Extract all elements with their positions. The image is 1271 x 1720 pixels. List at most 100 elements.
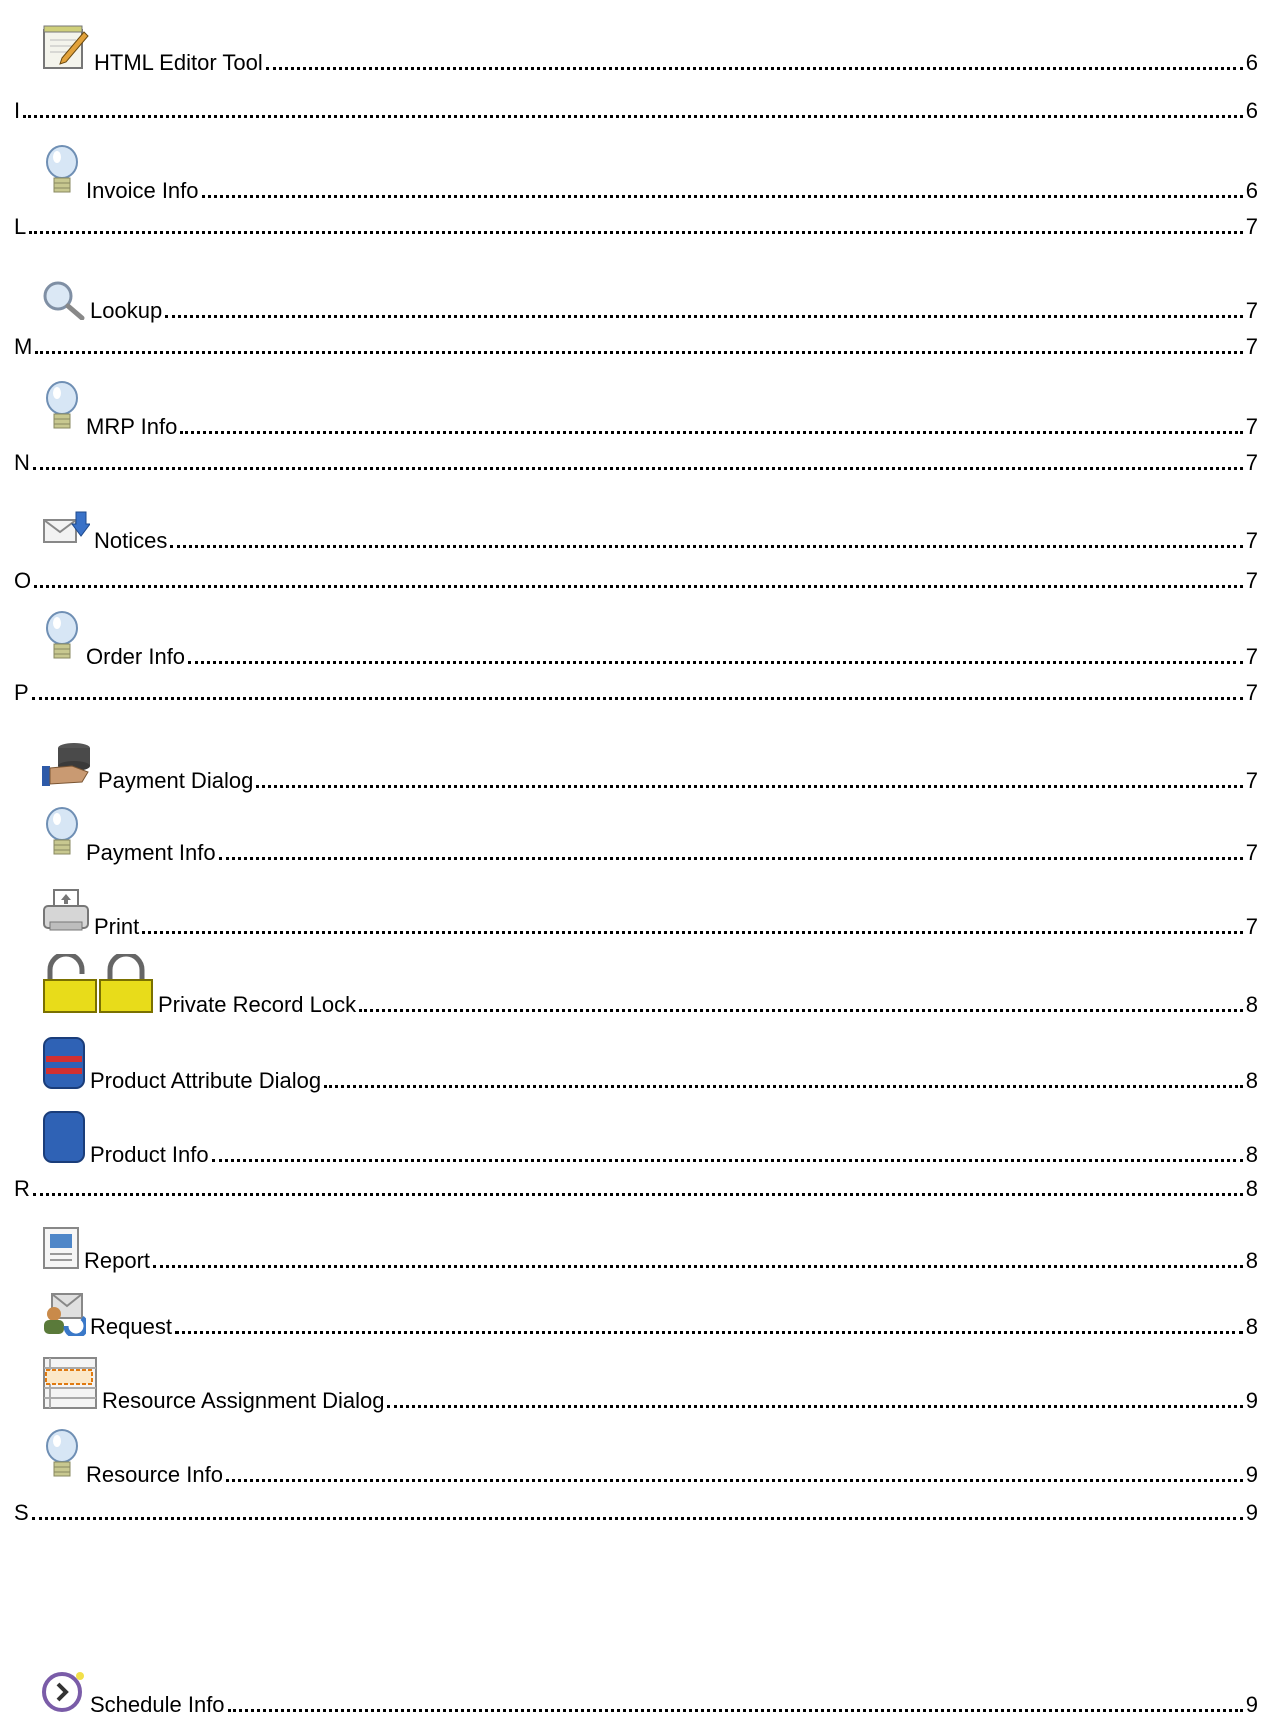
dot-leader	[227, 1709, 1243, 1712]
toc-entry[interactable]: Invoice Info 6	[42, 144, 1258, 204]
dot-leader	[174, 1331, 1243, 1334]
toc-page-number: 9	[1245, 1462, 1258, 1487]
dot-leader	[31, 697, 1243, 700]
toc-entry[interactable]: Request 8	[42, 1288, 1258, 1340]
toc-entry-label: I	[14, 98, 21, 123]
toc-page-number: 9	[1245, 1692, 1258, 1717]
dot-leader	[387, 1405, 1243, 1408]
toc-entry[interactable]: HTML Editor Tool 6	[42, 25, 1258, 76]
toc-entry[interactable]: Resource Info 9	[42, 1428, 1258, 1488]
dot-leader	[218, 857, 1243, 860]
toc-entry-label: HTML Editor Tool	[94, 50, 263, 75]
payment-hand-icon	[42, 736, 94, 790]
lightbulb-icon	[42, 1428, 82, 1484]
dot-leader	[165, 315, 1243, 318]
notepad-pencil-icon	[42, 24, 90, 72]
report-icon	[42, 1226, 80, 1270]
toc-page-number: 7	[1245, 334, 1258, 359]
toc-page-number: 7	[1245, 768, 1258, 793]
dot-leader	[32, 467, 1243, 470]
toc-page-number: 8	[1245, 1176, 1258, 1201]
toc-entry-label: N	[14, 450, 30, 475]
toc-entry-label: L	[14, 214, 27, 239]
envelope-arrow-icon	[42, 510, 90, 550]
dot-leader	[34, 585, 1243, 588]
toc-entry[interactable]: Payment Dialog 7	[42, 732, 1258, 794]
toc-entry[interactable]: Notices 7	[42, 496, 1258, 554]
toc-page-number: 7	[1245, 840, 1258, 865]
toc-entry[interactable]: Payment Info 7	[42, 806, 1258, 866]
toc-entry[interactable]: Report 8	[42, 1222, 1258, 1274]
dot-leader	[359, 1009, 1243, 1012]
toc-entry-label: Payment Dialog	[98, 768, 254, 793]
dot-leader	[153, 1265, 1243, 1268]
toc-section-letter[interactable]: I 6	[14, 84, 1258, 124]
toc-section-letter[interactable]: R 8	[14, 1162, 1258, 1202]
dot-leader	[29, 231, 1243, 234]
dot-leader	[170, 545, 1243, 548]
toc-entry[interactable]: Private Record Lock 8	[42, 954, 1258, 1018]
toc-entry-label: O	[14, 568, 32, 593]
request-icon	[42, 1292, 86, 1336]
lightbulb-icon	[42, 806, 82, 862]
dot-leader	[32, 1193, 1243, 1196]
toc-entry[interactable]: Order Info 7	[42, 610, 1258, 670]
toc-page-number: 8	[1245, 1068, 1258, 1093]
toc-entry[interactable]: Schedule Info 9	[42, 1666, 1258, 1718]
toc-page-number: 7	[1245, 528, 1258, 553]
toc-entry-label: Schedule Info	[90, 1692, 225, 1717]
toc-page-number: 7	[1245, 450, 1258, 475]
toc-entry-label: Private Record Lock	[158, 992, 357, 1017]
magnifier-icon	[42, 280, 86, 320]
toc-entry-label: S	[14, 1500, 29, 1525]
toc-entry-label: Report	[84, 1248, 151, 1273]
dot-leader	[31, 1517, 1243, 1520]
toc-section-letter[interactable]: P 7	[14, 666, 1258, 706]
toc-entry-label: Request	[90, 1314, 172, 1339]
dot-leader	[201, 195, 1243, 198]
dot-leader	[188, 661, 1243, 664]
toc-entry-label: Product Attribute Dialog	[90, 1068, 322, 1093]
product-attribute-icon	[42, 1036, 86, 1090]
dot-leader	[225, 1479, 1243, 1482]
toc-entry-label: P	[14, 680, 29, 705]
toc-section-letter[interactable]: L 7	[14, 200, 1258, 240]
table-of-contents: HTML Editor Tool 6 I 6 Invoice Info 6 L …	[0, 0, 1271, 1720]
lightbulb-icon	[42, 380, 82, 436]
dot-leader	[23, 115, 1243, 118]
dot-leader	[265, 67, 1243, 70]
printer-icon	[42, 888, 90, 936]
toc-section-letter[interactable]: S 9	[14, 1486, 1258, 1526]
dot-leader	[180, 431, 1243, 434]
toc-page-number: 8	[1245, 992, 1258, 1017]
toc-page-number: 6	[1245, 98, 1258, 123]
toc-entry-label: M	[14, 334, 33, 359]
toc-page-number: 9	[1245, 1500, 1258, 1525]
toc-entry[interactable]: Resource Assignment Dialog 9	[42, 1352, 1258, 1414]
toc-entry-label: Notices	[94, 528, 168, 553]
toc-entry[interactable]: Product Attribute Dialog 8	[42, 1032, 1258, 1094]
toc-page-number: 7	[1245, 214, 1258, 239]
toc-section-letter[interactable]: M 7	[14, 320, 1258, 360]
resource-grid-icon	[42, 1356, 98, 1410]
toc-entry[interactable]: Print 7	[42, 882, 1258, 940]
clock-schedule-icon	[42, 1670, 86, 1714]
dot-leader	[35, 351, 1243, 354]
dot-leader	[256, 785, 1243, 788]
lightbulb-icon	[42, 144, 82, 200]
toc-page-number: 6	[1245, 50, 1258, 75]
toc-entry-label: Resource Assignment Dialog	[102, 1388, 385, 1413]
toc-entry[interactable]: MRP Info 7	[42, 380, 1258, 440]
toc-section-letter[interactable]: N 7	[14, 436, 1258, 476]
toc-page-number: 9	[1245, 1388, 1258, 1413]
toc-page-number: 8	[1245, 1248, 1258, 1273]
toc-entry[interactable]: Product Info 8	[42, 1106, 1258, 1168]
toc-entry[interactable]: Lookup 7	[42, 266, 1258, 324]
toc-page-number: 7	[1245, 914, 1258, 939]
dot-leader	[324, 1085, 1243, 1088]
lightbulb-icon	[42, 610, 82, 666]
toc-page-number: 7	[1245, 680, 1258, 705]
toc-entry-label: Payment Info	[86, 840, 216, 865]
toc-entry-label: Resource Info	[86, 1462, 223, 1487]
toc-section-letter[interactable]: O 7	[14, 554, 1258, 594]
